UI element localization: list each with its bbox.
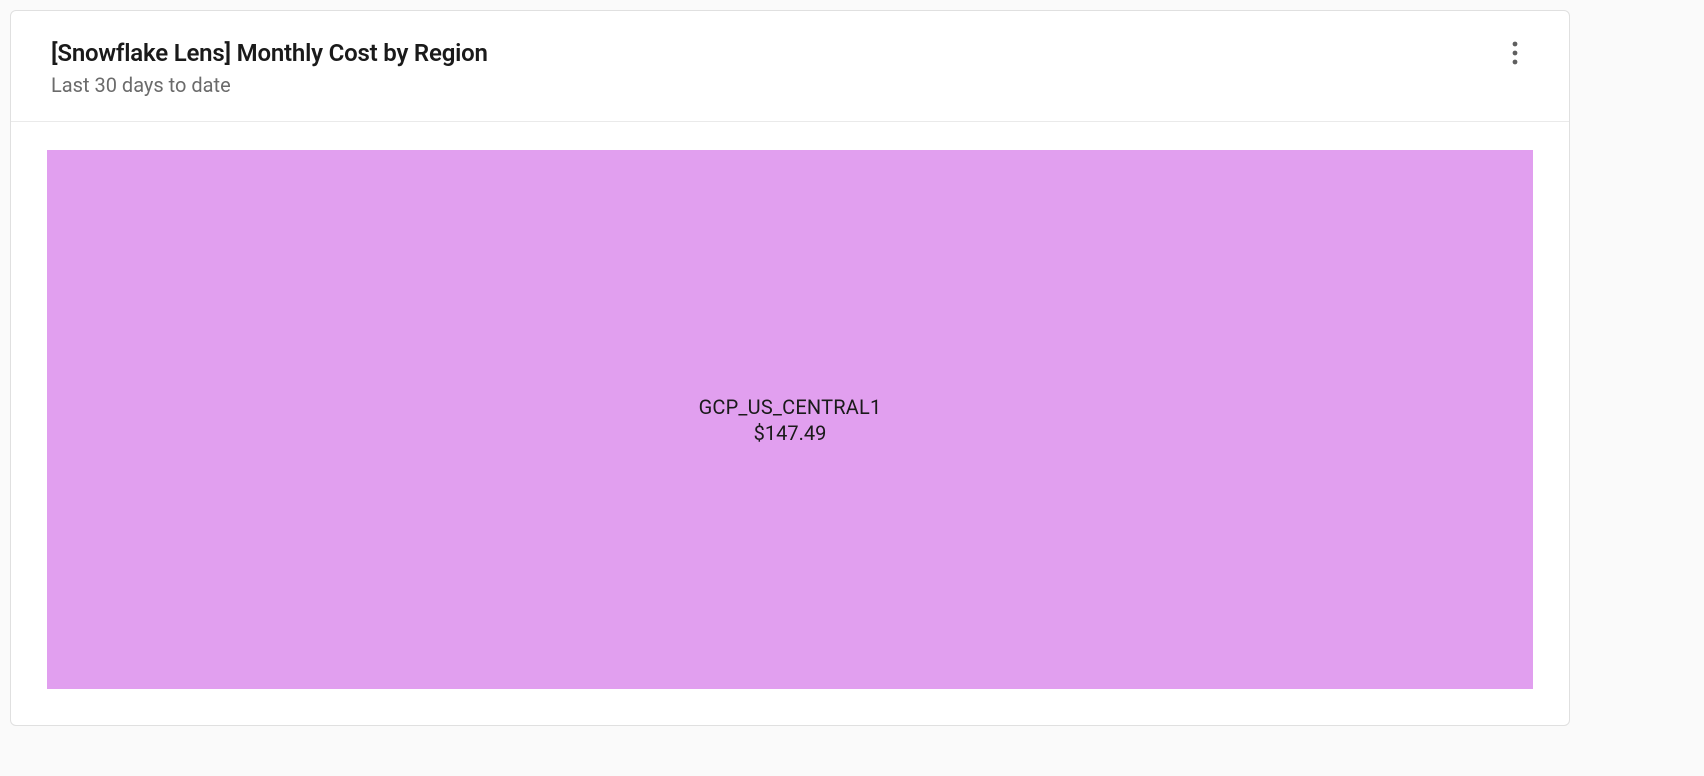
tile-value: $147.49 bbox=[754, 421, 827, 445]
tile-label: GCP_US_CENTRAL1 bbox=[699, 395, 882, 419]
kebab-menu-button[interactable] bbox=[1501, 39, 1529, 67]
card-header: [Snowflake Lens] Monthly Cost by Region … bbox=[11, 11, 1569, 122]
treemap-tile[interactable]: GCP_US_CENTRAL1 $147.49 bbox=[47, 150, 1533, 689]
more-vertical-icon bbox=[1512, 41, 1518, 65]
header-text: [Snowflake Lens] Monthly Cost by Region … bbox=[51, 39, 488, 97]
treemap-chart: GCP_US_CENTRAL1 $147.49 bbox=[47, 150, 1533, 689]
cost-by-region-card: [Snowflake Lens] Monthly Cost by Region … bbox=[10, 10, 1570, 726]
card-subtitle: Last 30 days to date bbox=[51, 73, 488, 97]
card-body: GCP_US_CENTRAL1 $147.49 bbox=[11, 122, 1569, 725]
card-title: [Snowflake Lens] Monthly Cost by Region bbox=[51, 39, 488, 67]
